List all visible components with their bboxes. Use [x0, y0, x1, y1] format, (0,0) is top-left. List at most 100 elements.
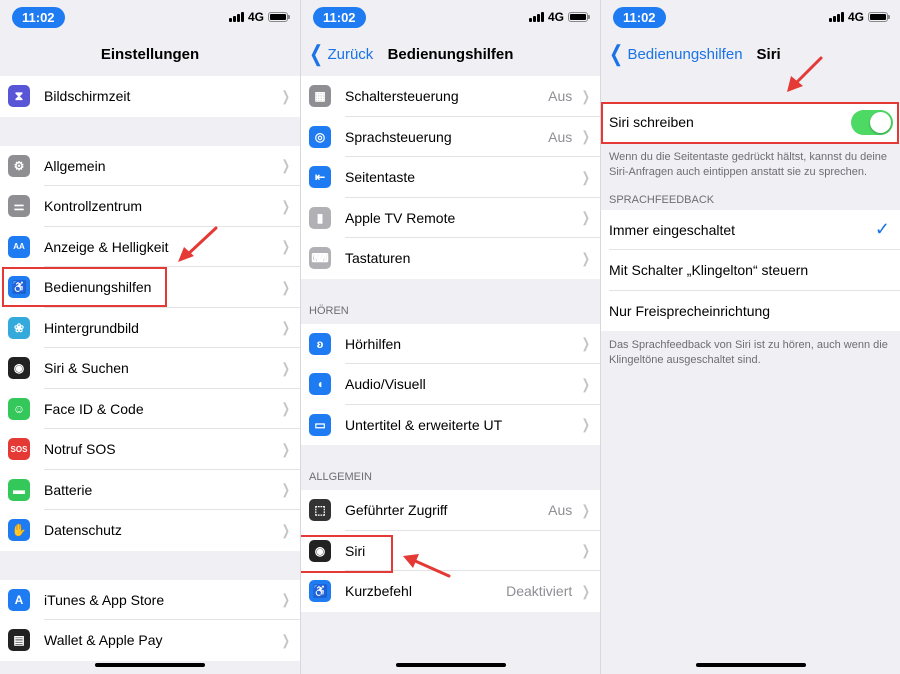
toggles-icon: ⚌ [8, 195, 30, 218]
list-item[interactable]: ◖ Audio/Visuell ❯ [301, 364, 600, 405]
feedback-option[interactable]: Nur Freisprecheinrichtung [601, 290, 900, 331]
chevron-right-icon: ❯ [582, 542, 591, 559]
screen-einstellungen: 11:02 4G Einstellungen ⧗ Bildschirmzeit ❯ … [0, 0, 300, 674]
list-item-label: Notruf SOS [44, 441, 116, 458]
feedback-option[interactable]: Immer eingeschaltet ✓ [601, 209, 900, 250]
list-item[interactable]: ⬚ Geführter Zugriff Aus ❯ [301, 490, 600, 531]
page-title: Siri [756, 45, 781, 63]
list-item-label: Kontrollzentrum [44, 198, 143, 215]
status-bar: 11:02 4G [0, 0, 300, 34]
voice-control-icon: ◎ [309, 125, 331, 148]
home-indicator [396, 663, 506, 667]
chevron-right-icon: ❯ [582, 375, 591, 392]
home-indicator [95, 663, 205, 667]
list-item-label: Audio/Visuell [345, 376, 426, 393]
lock-icon: ⬚ [309, 499, 331, 522]
keyboard-icon: ⌨ [309, 247, 331, 270]
side-button-icon: ⇤ [309, 166, 331, 189]
chevron-right-icon: ❯ [282, 278, 291, 295]
list-item-label: Hintergrundbild [44, 319, 139, 336]
chevron-right-icon: ❯ [582, 87, 591, 104]
list-item[interactable]: ◎ Sprachsteuerung Aus ❯ [301, 116, 600, 157]
list-item[interactable]: AiTunes & App Store ❯ [0, 579, 300, 620]
list-item-value: Aus [548, 88, 573, 105]
list-item[interactable]: ʚ Hörhilfen ❯ [301, 323, 600, 364]
hourglass-icon: ⧗ [8, 85, 30, 108]
list-item-label: Siri [345, 542, 366, 559]
chevron-right-icon: ❯ [282, 521, 291, 538]
chevron-right-icon: ❯ [582, 582, 591, 599]
chevron-right-icon: ❯ [582, 168, 591, 185]
list-item[interactable]: ▮ Apple TV Remote ❯ [301, 197, 600, 238]
list-item[interactable]: ▤ Wallet & Apple Pay ❯ [0, 620, 300, 661]
gear-icon: ⚙ [8, 154, 30, 177]
back-button[interactable]: ❮ Bedienungshilfen [607, 34, 742, 74]
feedback-options-group: Immer eingeschaltet ✓ Mit Schalter „Klinge… [601, 209, 900, 331]
list-item-value: Aus [548, 502, 573, 519]
siri-schreiben-row: Siri schreiben [601, 102, 900, 143]
list-item[interactable]: ⧗ Bildschirmzeit ❯ [0, 76, 300, 117]
chevron-right-icon: ❯ [582, 128, 591, 145]
ear-icon: ʚ [309, 332, 331, 355]
battery-icon: ▬ [8, 478, 30, 501]
list-item[interactable]: ▦ Schaltersteuerung Aus ❯ [301, 76, 600, 117]
battery-status-icon [568, 12, 590, 22]
status-time: 11:02 [313, 6, 366, 28]
chevron-right-icon: ❯ [282, 481, 291, 498]
chevron-right-icon: ❯ [282, 631, 291, 648]
list-item[interactable]: ♿ Bedienungshilfen ❯ [0, 267, 300, 308]
list-item[interactable]: ⚙ Allgemein ❯ [0, 145, 300, 186]
section-header-hoeren: HÖREN [309, 304, 349, 317]
settings-group-3: ⬚ Geführter Zugriff Aus ❯ ◉ Siri ❯ ♿ Kurzbefehl D… [301, 490, 600, 612]
switch-control-icon: ▦ [309, 85, 331, 108]
list-item[interactable]: ☺ Face ID & Code ❯ [0, 388, 300, 429]
feedback-option[interactable]: Mit Schalter „Klingelton“ steuern [601, 250, 900, 291]
chevron-right-icon: ❯ [282, 440, 291, 457]
settings-group-1: ⧗ Bildschirmzeit ❯ [0, 76, 300, 117]
chevron-right-icon: ❯ [282, 359, 291, 376]
list-item[interactable]: ⌨ Tastaturen ❯ [301, 238, 600, 279]
screen-siri: 11:02 4G ❮ Bedienungshilfen Siri Siri sch… [600, 0, 900, 674]
toggle-label: Siri schreiben [609, 114, 694, 131]
list-item[interactable]: ♿ Kurzbefehl Deaktiviert ❯ [301, 571, 600, 612]
chevron-right-icon: ❯ [582, 249, 591, 266]
checkmark-icon: ✓ [874, 219, 890, 240]
list-item-label: Geführter Zugriff [345, 502, 448, 519]
list-item-label: Allgemein [44, 157, 106, 174]
settings-group-1: ▦ Schaltersteuerung Aus ❯ ◎ Sprachsteuerung Au… [301, 76, 600, 279]
list-item[interactable]: ⚌ Kontrollzentrum ❯ [0, 186, 300, 227]
status-bar: 11:02 4G [601, 0, 900, 34]
remote-icon: ▮ [309, 206, 331, 229]
hand-icon: ✋ [8, 519, 30, 542]
battery-status-icon [268, 12, 290, 22]
app-store-icon: A [8, 588, 30, 611]
accessibility-icon: ♿ [309, 580, 331, 603]
list-item-label: iTunes & App Store [44, 591, 165, 608]
section-header-allgemein: ALLGEMEIN [309, 471, 372, 483]
feedback-option-label: Nur Freisprecheinrichtung [609, 302, 771, 319]
chevron-right-icon: ❯ [582, 501, 591, 518]
status-time: 11:02 [613, 6, 666, 28]
list-item[interactable]: AA Anzeige & Helligkeit ❯ [0, 226, 300, 267]
siri-icon: ◉ [8, 357, 30, 380]
settings-group-2: ⚙ Allgemein ❯ ⚌ Kontrollzentrum ❯ AA Anzeige & … [0, 145, 300, 551]
feedback-option-label: Immer eingeschaltet [609, 221, 736, 238]
list-item-label: Apple TV Remote [345, 209, 456, 226]
page-title: Einstellungen [100, 45, 200, 63]
siri-schreiben-toggle[interactable] [851, 109, 893, 135]
back-button[interactable]: ❮ Zurück [307, 34, 373, 74]
signal-icon [828, 12, 844, 22]
list-item[interactable]: ◉ Siri & Suchen ❯ [0, 348, 300, 389]
list-item[interactable]: ▭ Untertitel & erweiterte UT ❯ [301, 404, 600, 445]
list-item-label: Tastaturen [345, 250, 411, 267]
list-item[interactable]: ◉ Siri ❯ [301, 530, 600, 571]
chevron-right-icon: ❯ [282, 87, 291, 104]
network-label: 4G [247, 10, 264, 24]
nav-bar: ❮ Zurück Bedienungshilfen [301, 34, 600, 74]
list-item[interactable]: ⇤ Seitentaste ❯ [301, 157, 600, 198]
list-item[interactable]: ✋ Datenschutz ❯ [0, 510, 300, 551]
list-item[interactable]: SOS Notruf SOS ❯ [0, 429, 300, 470]
list-item[interactable]: ❀ Hintergrundbild ❯ [0, 307, 300, 348]
list-item[interactable]: ▬ Batterie ❯ [0, 469, 300, 510]
sos-icon: SOS [8, 438, 30, 461]
